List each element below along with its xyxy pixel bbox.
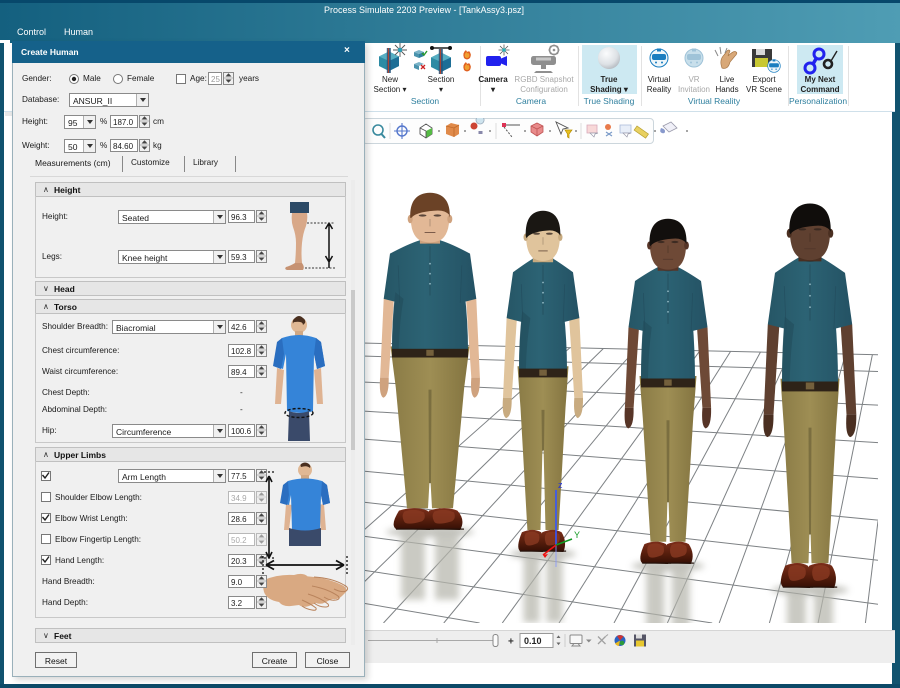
svg-text:+: +: [508, 637, 514, 648]
svg-text:0.10: 0.10: [524, 636, 542, 646]
svg-text:Y: Y: [574, 530, 580, 540]
svg-text:z: z: [558, 480, 563, 490]
